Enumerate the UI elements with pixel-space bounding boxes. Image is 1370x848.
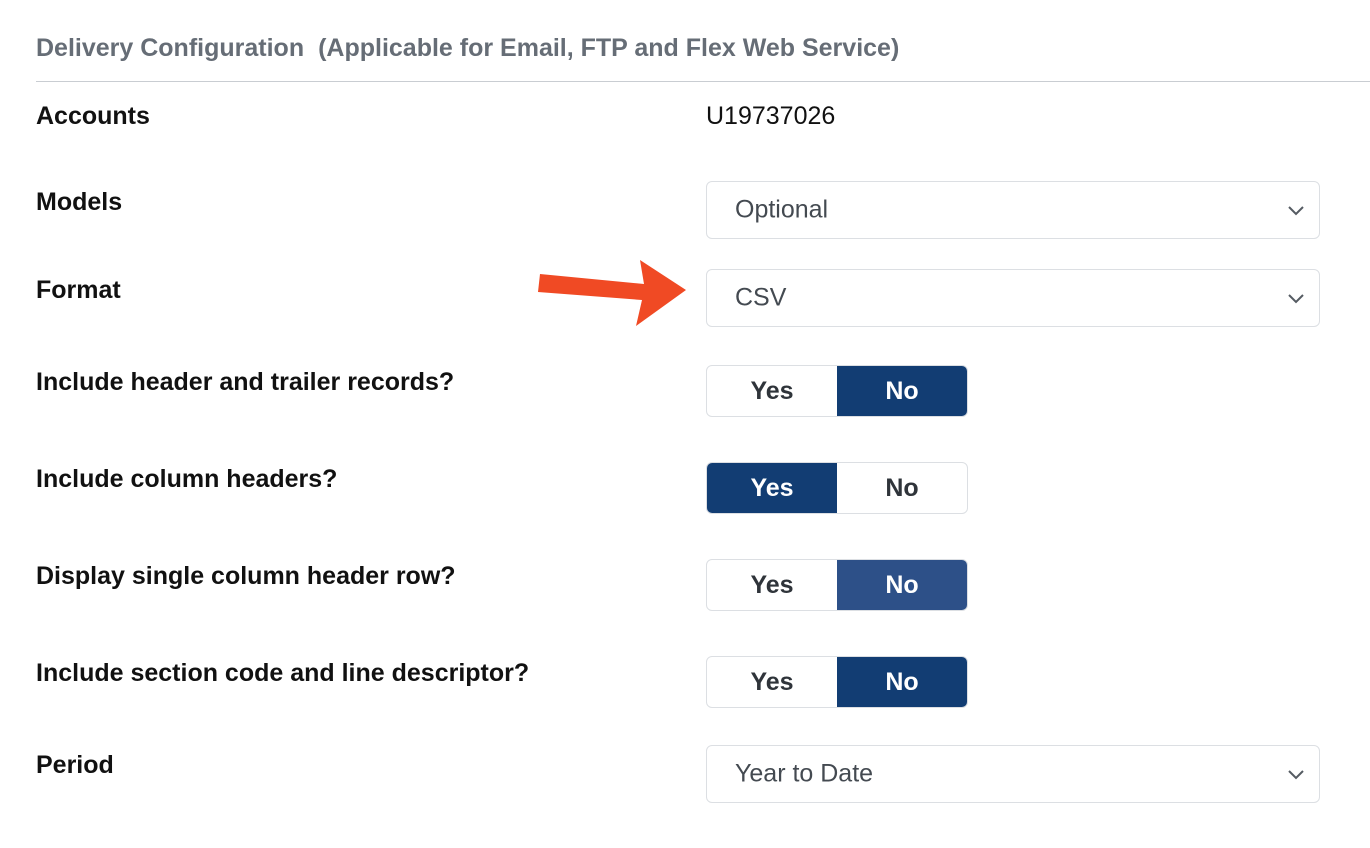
models-label: Models	[36, 188, 123, 216]
chevron-down-icon	[1288, 206, 1304, 216]
section-subtitle: (Applicable for Email, FTP and Flex Web …	[318, 34, 900, 62]
models-selected-value: Optional	[735, 195, 829, 224]
column-headers-no-option[interactable]: No	[837, 463, 967, 513]
section-code-toggle[interactable]: Yes No	[706, 656, 968, 708]
header-trailer-no-option[interactable]: No	[837, 366, 967, 416]
period-label: Period	[36, 751, 114, 779]
chevron-down-icon	[1288, 770, 1304, 780]
models-select[interactable]: Optional	[706, 181, 1320, 239]
annotation-arrow-icon	[538, 260, 686, 326]
column-headers-toggle[interactable]: Yes No	[706, 462, 968, 514]
header-trailer-yes-option[interactable]: Yes	[707, 366, 837, 416]
format-label: Format	[36, 276, 121, 304]
single-header-row-toggle[interactable]: Yes No	[706, 559, 968, 611]
accounts-value: U19737026	[706, 102, 836, 130]
format-selected-value: CSV	[735, 283, 787, 312]
header-trailer-label: Include header and trailer records?	[36, 368, 455, 396]
period-select[interactable]: Year to Date	[706, 745, 1320, 803]
header-trailer-toggle[interactable]: Yes No	[706, 365, 968, 417]
format-select[interactable]: CSV	[706, 269, 1320, 327]
period-selected-value: Year to Date	[735, 759, 874, 788]
single-header-row-no-option[interactable]: No	[837, 560, 967, 610]
single-header-row-yes-option[interactable]: Yes	[707, 560, 837, 610]
single-header-row-label: Display single column header row?	[36, 562, 456, 590]
section-code-no-option[interactable]: No	[837, 657, 967, 707]
chevron-down-icon	[1288, 294, 1304, 304]
section-header: Delivery Configuration (Applicable for Em…	[36, 34, 899, 63]
accounts-label: Accounts	[36, 102, 150, 130]
section-divider	[36, 81, 1370, 82]
section-code-yes-option[interactable]: Yes	[707, 657, 837, 707]
column-headers-label: Include column headers?	[36, 465, 338, 493]
section-code-label: Include section code and line descriptor…	[36, 659, 530, 687]
section-title: Delivery Configuration	[36, 34, 305, 62]
column-headers-yes-option[interactable]: Yes	[707, 463, 837, 513]
